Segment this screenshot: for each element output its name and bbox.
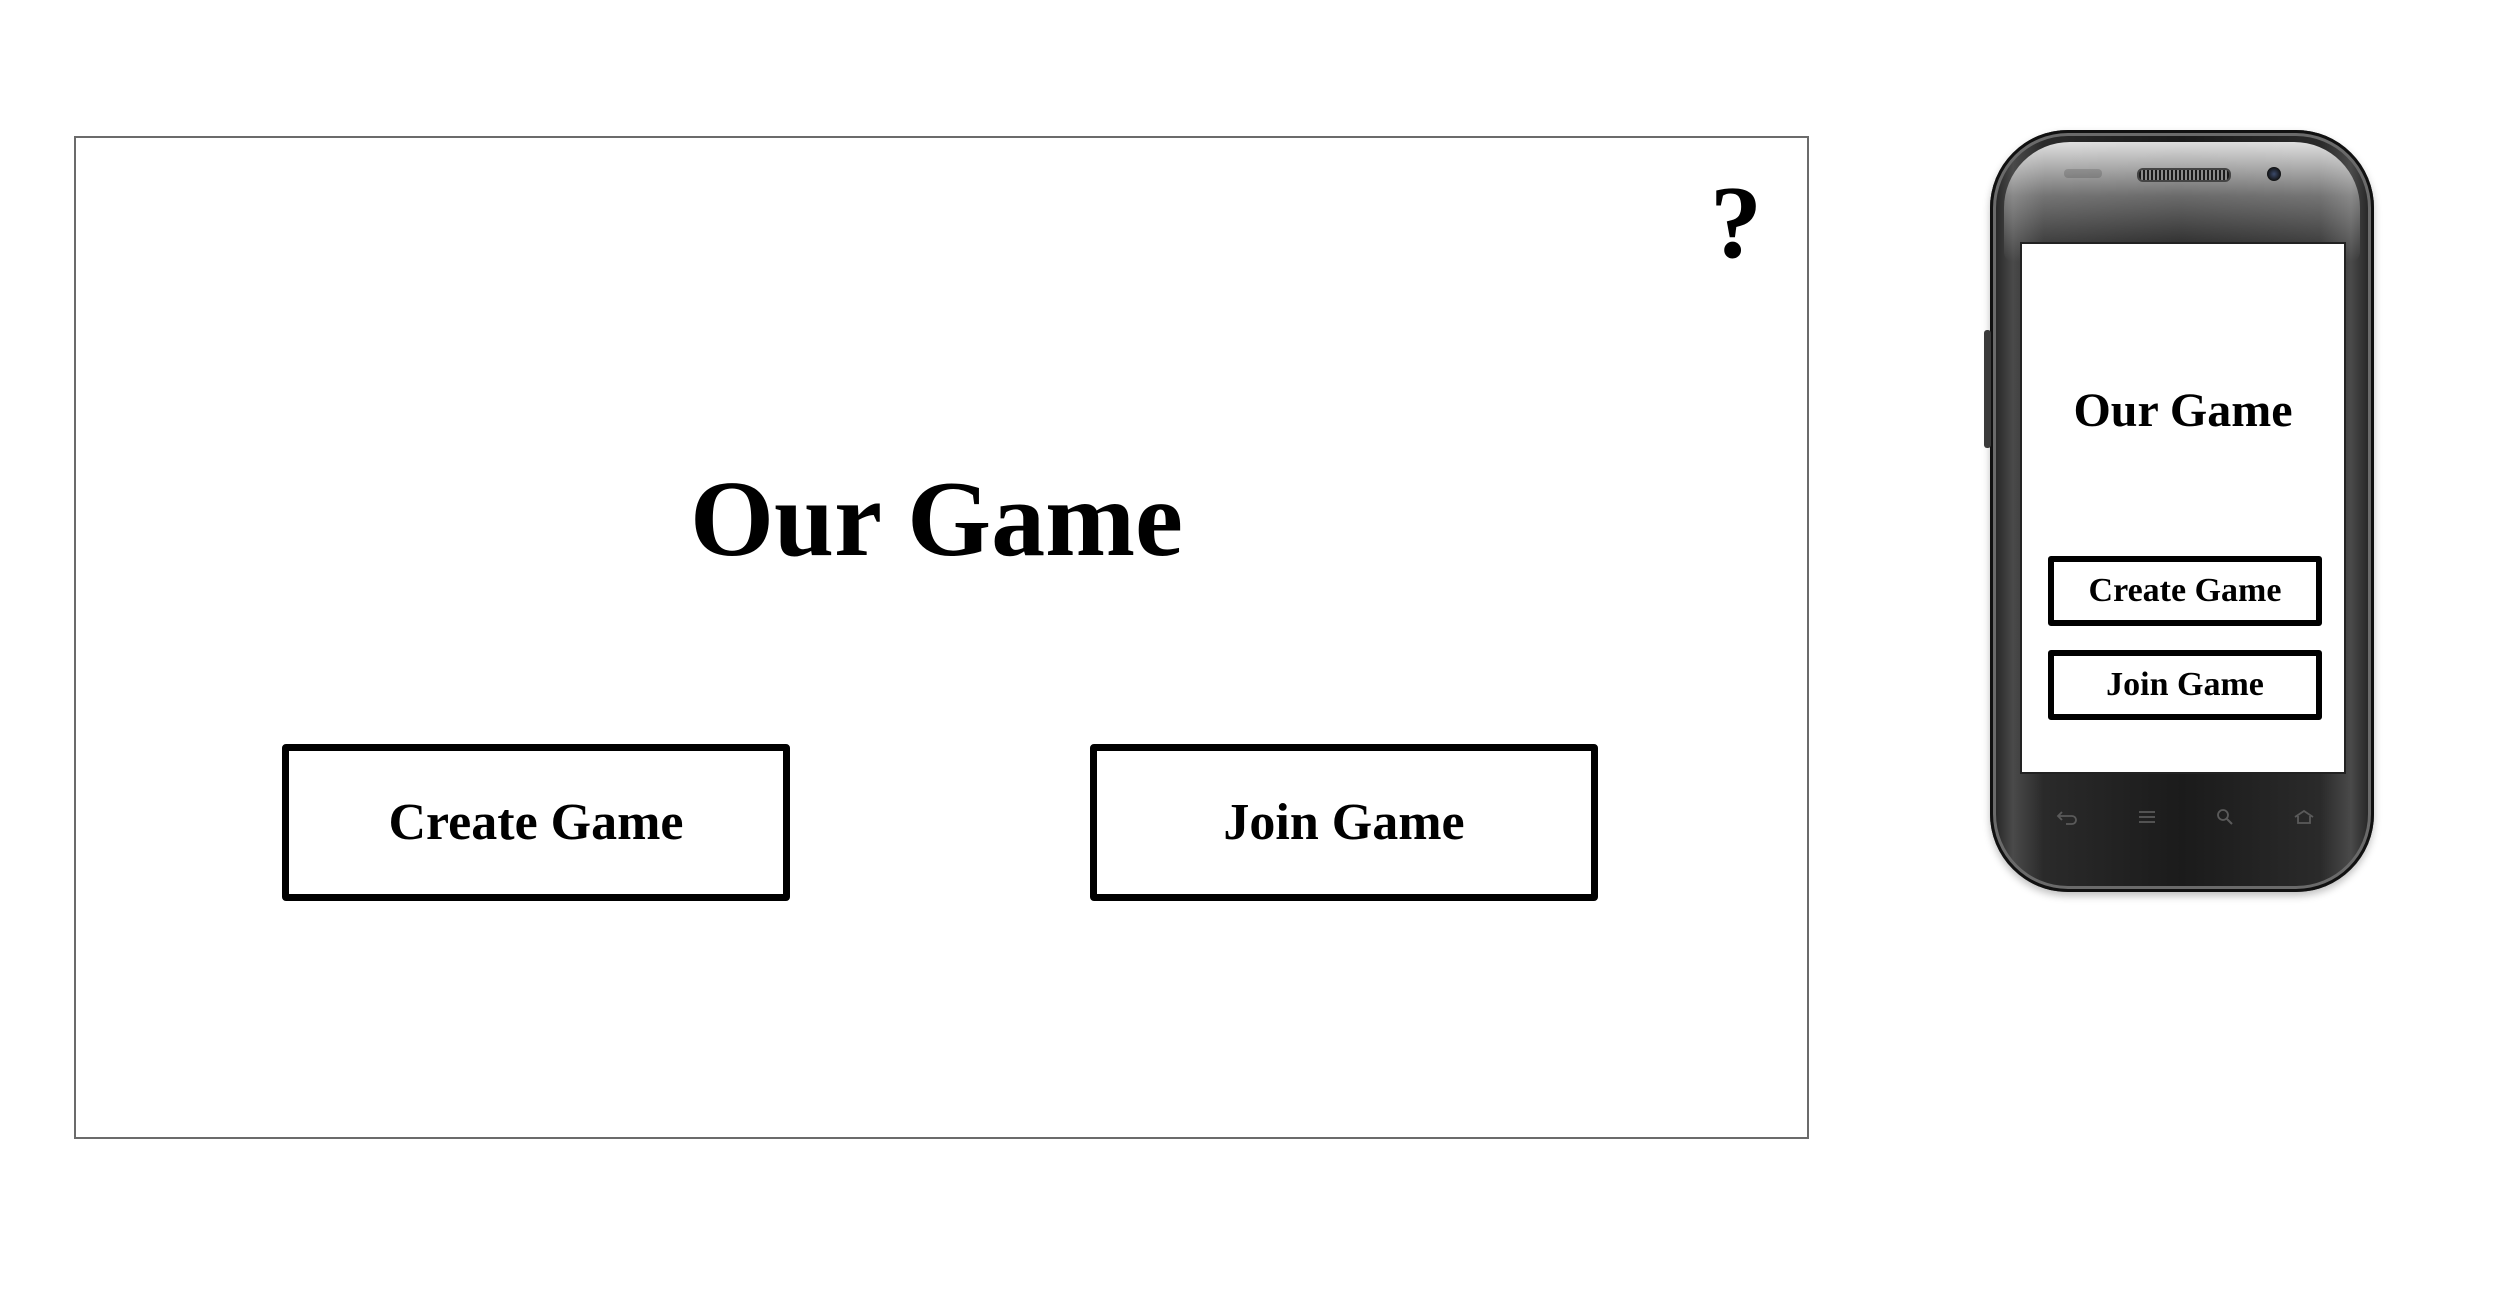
join-game-button[interactable]: Join Game <box>1090 744 1598 901</box>
create-game-button[interactable]: Create Game <box>282 744 790 901</box>
phone-side-key <box>1984 330 1991 448</box>
phone-screen: Our Game Create Game Join Game <box>2020 242 2346 774</box>
phone-join-game-button[interactable]: Join Game <box>2048 650 2322 720</box>
menu-icon[interactable] <box>2133 806 2161 828</box>
phone-game-title: Our Game <box>2073 384 2293 437</box>
desktop-mockup: ? Our Game Create Game Join Game <box>74 136 1809 1139</box>
help-icon[interactable]: ? <box>1696 168 1776 278</box>
game-title: Our Game <box>690 460 1183 579</box>
back-icon[interactable] <box>2053 806 2081 828</box>
phone-mockup: Our Game Create Game Join Game <box>1984 130 2374 892</box>
phone-create-game-button[interactable]: Create Game <box>2048 556 2322 626</box>
phone-sensor-icon <box>2064 169 2102 178</box>
search-icon[interactable] <box>2211 806 2239 828</box>
home-icon[interactable] <box>2290 806 2318 828</box>
phone-camera-icon <box>2267 167 2281 181</box>
phone-speaker-icon <box>2137 168 2231 182</box>
